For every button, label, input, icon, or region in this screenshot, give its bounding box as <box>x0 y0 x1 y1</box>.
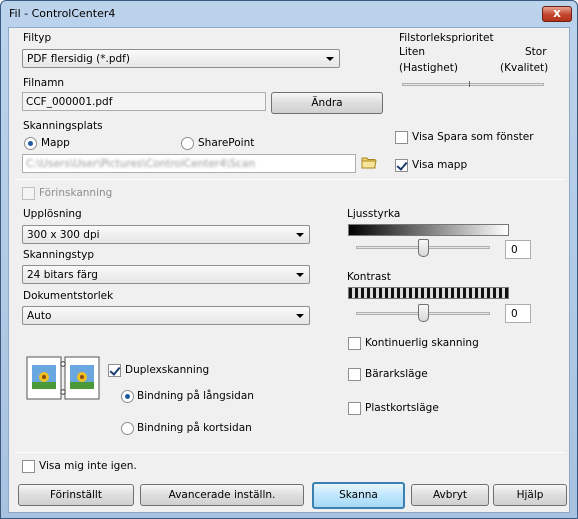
folder-radio[interactable] <box>24 137 37 150</box>
brightness-value-field[interactable]: 0 <box>505 240 531 259</box>
scan-button[interactable]: Skanna <box>312 482 405 509</box>
resolution-value: 300 x 300 dpi <box>27 229 100 241</box>
contrast-value: 0 <box>511 308 518 320</box>
scan-type-value: 24 bitars färg <box>27 269 98 281</box>
file-size-slider-thumb[interactable] <box>469 81 470 87</box>
duplex-label: Duplexskanning <box>125 364 210 376</box>
scan-type-select[interactable]: 24 bitars färg <box>22 265 310 284</box>
default-button[interactable]: Förinställt <box>18 484 134 506</box>
chevron-down-icon <box>296 233 304 237</box>
folder-radio-label: Mapp <box>41 137 70 149</box>
carrier-sheet-checkbox[interactable] <box>348 368 361 381</box>
chevron-down-icon <box>296 273 304 277</box>
cancel-button[interactable]: Avbryt <box>411 484 489 506</box>
long-edge-radio[interactable] <box>121 390 134 403</box>
brightness-slider-thumb[interactable] <box>418 239 429 257</box>
scan-path-field[interactable]: C:\Users\User\Pictures\ControlCenter4\Sc… <box>22 154 356 173</box>
file-size-right-label: Stor <box>525 46 547 58</box>
show-folder-checkbox[interactable] <box>395 159 408 172</box>
separator <box>15 179 564 180</box>
file-name-field[interactable]: CCF_000001.pdf <box>22 92 266 111</box>
file-type-select[interactable]: PDF flersidig (*.pdf) <box>22 49 340 68</box>
document-size-value: Auto <box>27 310 52 322</box>
long-edge-label: Bindning på långsidan <box>137 390 254 402</box>
duplex-pages-icon <box>26 356 100 400</box>
file-type-label: Filtyp <box>23 32 52 44</box>
sharepoint-radio[interactable] <box>181 137 194 150</box>
resolution-label: Upplösning <box>23 208 82 220</box>
continuous-scan-label: Kontinuerlig skanning <box>365 337 479 349</box>
dialog-content: Filtyp PDF flersidig (*.pdf) Filstorleks… <box>8 27 570 513</box>
file-type-value: PDF flersidig (*.pdf) <box>27 53 130 65</box>
short-edge-radio[interactable] <box>121 422 134 435</box>
window-title: Fil - ControlCenter4 <box>9 7 116 20</box>
scan-path-value: C:\Users\User\Pictures\ControlCenter4\Sc… <box>26 158 255 170</box>
folder-icon[interactable] <box>361 156 377 169</box>
prescan-label: Förinskanning <box>39 187 113 199</box>
resolution-select[interactable]: 300 x 300 dpi <box>22 225 310 244</box>
short-edge-label: Bindning på kortsidan <box>137 422 252 434</box>
advanced-settings-button[interactable]: Avancerade inställn. <box>140 484 304 506</box>
contrast-pattern <box>348 287 509 299</box>
file-size-left-sublabel: (Hastighet) <box>399 62 458 74</box>
show-save-as-checkbox[interactable] <box>395 131 408 144</box>
file-size-slider-track[interactable] <box>402 83 544 86</box>
file-size-right-sublabel: (Kvalitet) <box>500 62 549 74</box>
contrast-slider-thumb[interactable] <box>418 304 429 322</box>
duplex-checkbox[interactable] <box>108 364 121 377</box>
plastic-card-label: Plastkortsläge <box>365 402 439 414</box>
prescan-checkbox[interactable] <box>22 187 35 200</box>
file-size-left-label: Liten <box>399 46 425 58</box>
show-save-as-label: Visa Spara som fönster <box>412 131 534 143</box>
scan-location-label: Skanningsplats <box>23 120 103 132</box>
plastic-card-checkbox[interactable] <box>348 402 361 415</box>
file-size-priority-label: Filstorleksprioritet <box>399 32 494 44</box>
document-size-select[interactable]: Auto <box>22 306 310 325</box>
carrier-sheet-label: Bärarksläge <box>365 368 428 380</box>
sharepoint-radio-label: SharePoint <box>198 137 255 149</box>
close-icon: x <box>553 6 561 20</box>
file-name-label: Filnamn <box>23 77 65 89</box>
show-folder-label: Visa mapp <box>412 159 468 171</box>
brightness-label: Ljusstyrka <box>347 208 401 220</box>
dialog-window: Fil - ControlCenter4 x Filtyp PDF flersi… <box>0 0 578 519</box>
continuous-scan-checkbox[interactable] <box>348 337 361 350</box>
contrast-value-field[interactable]: 0 <box>505 304 531 323</box>
dont-show-again-label: Visa mig inte igen. <box>39 460 137 472</box>
dont-show-again-checkbox[interactable] <box>22 460 35 473</box>
scan-type-label: Skanningstyp <box>23 249 95 261</box>
separator <box>15 452 564 453</box>
file-name-value: CCF_000001.pdf <box>26 96 113 108</box>
document-size-label: Dokumentstorlek <box>23 290 114 302</box>
help-button[interactable]: Hjälp <box>493 484 567 506</box>
chevron-down-icon <box>296 314 304 318</box>
change-button[interactable]: Ändra <box>271 92 383 114</box>
title-bar[interactable]: Fil - ControlCenter4 x <box>1 1 577 27</box>
contrast-label: Kontrast <box>347 271 391 283</box>
chevron-down-icon <box>326 57 334 61</box>
brightness-gradient <box>348 224 509 236</box>
close-button[interactable]: x <box>542 6 572 22</box>
brightness-value: 0 <box>511 244 518 256</box>
